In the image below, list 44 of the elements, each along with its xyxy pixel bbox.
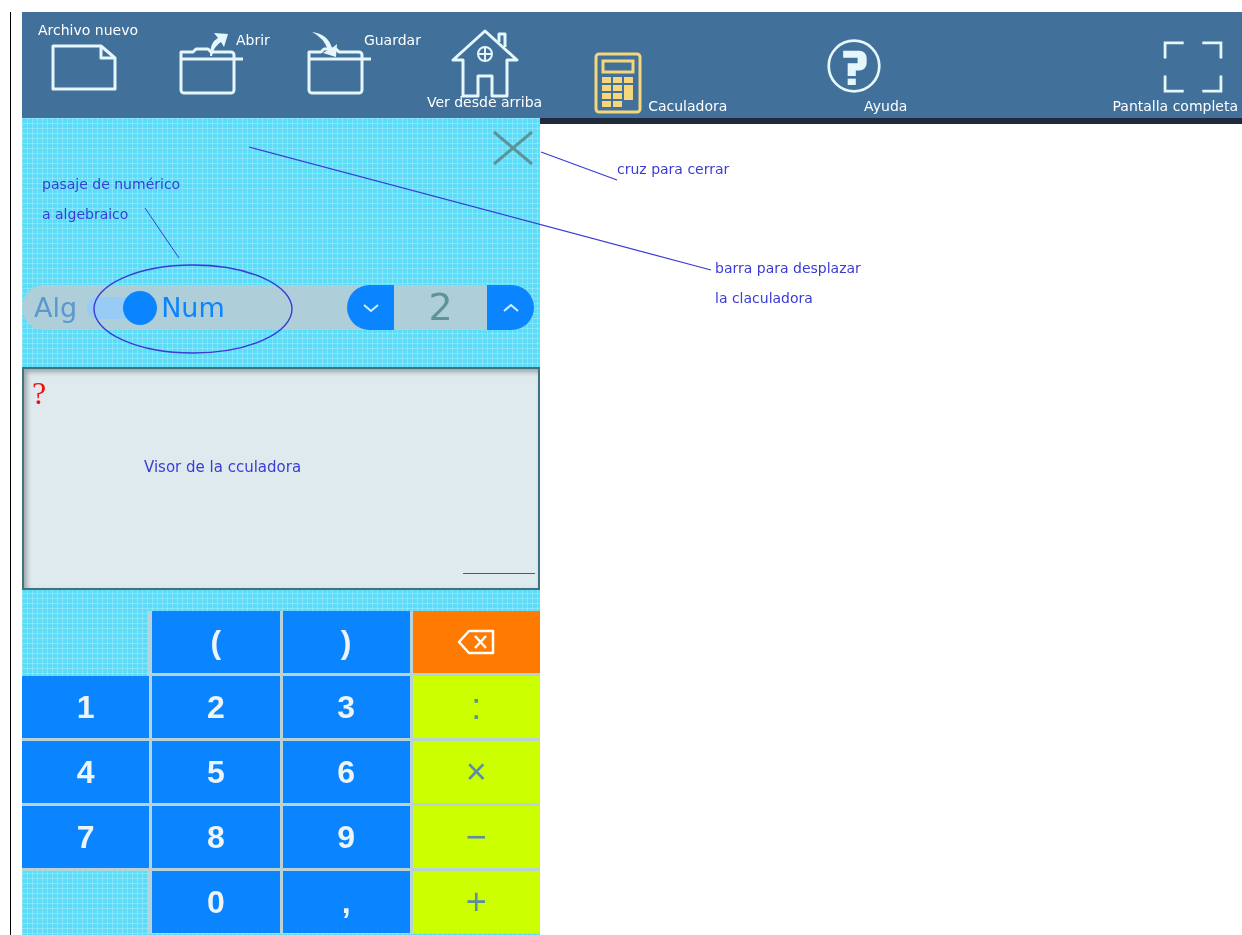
error-mark: ? (32, 375, 47, 412)
key[interactable]: ( (152, 611, 280, 673)
key[interactable]: 4 (22, 741, 150, 803)
chevron-down-icon (361, 302, 380, 313)
precision-value: 2 (427, 285, 454, 330)
key[interactable]: , (282, 871, 410, 933)
key[interactable]: 0 (152, 871, 280, 933)
annotation-text: pasaje de numérico a algebraico (42, 175, 181, 224)
operator-key[interactable]: : (412, 676, 540, 738)
annotation-text: cruz para cerrar (617, 160, 730, 179)
document-icon (50, 42, 120, 92)
open-button[interactable]: Abrir (178, 30, 270, 102)
key[interactable]: ) (282, 611, 410, 673)
close-button[interactable] (492, 130, 534, 166)
backspace-key[interactable] (412, 611, 540, 673)
key[interactable]: 5 (152, 741, 280, 803)
new-file-button[interactable]: Archivo nuevo (38, 22, 138, 110)
operator-key[interactable]: + (412, 871, 540, 933)
operator-key[interactable]: × (412, 741, 540, 803)
key[interactable]: 2 (152, 676, 280, 738)
key[interactable]: 1 (22, 676, 150, 738)
key[interactable]: 8 (152, 806, 280, 868)
increase-button[interactable] (487, 285, 534, 330)
backspace-icon (457, 629, 496, 655)
decrease-button[interactable] (347, 285, 394, 330)
leader-line (144, 207, 180, 259)
key[interactable]: 3 (282, 676, 410, 738)
key[interactable]: 9 (282, 806, 410, 868)
annotation-text: Visor de la cculadora (144, 458, 302, 476)
key[interactable]: 6 (282, 741, 410, 803)
calculator-icon (594, 52, 643, 114)
fullscreen-button[interactable]: Pantalla completa (1112, 40, 1238, 114)
save-button[interactable]: Guardar (305, 30, 421, 102)
toggle-switch[interactable] (87, 290, 158, 325)
top-view-button[interactable]: Ver desde arriba (426, 28, 543, 118)
help-button[interactable]: Ayuda (823, 38, 908, 114)
key[interactable]: 7 (22, 806, 150, 868)
close-icon (492, 130, 534, 166)
annotation-text: barra para desplazar la claculadora (715, 259, 861, 308)
mode-option[interactable]: Alg (34, 292, 78, 323)
calculator-button[interactable]: Caculadora (594, 34, 728, 114)
mode-option[interactable]: Num (161, 292, 225, 323)
chevron-up-icon (501, 302, 520, 313)
operator-key[interactable]: − (412, 806, 540, 868)
